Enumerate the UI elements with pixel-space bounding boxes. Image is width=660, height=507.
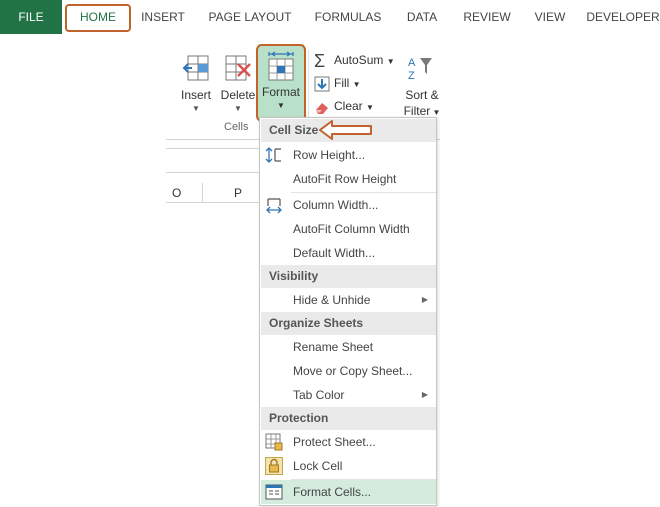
tab-formulas[interactable]: FORMULAS (308, 0, 388, 34)
protect-sheet-icon (265, 433, 283, 451)
menu-item-lock-cell[interactable]: Lock Cell (261, 454, 436, 478)
cells-group-label: Cells (224, 121, 249, 133)
tab-color-label: Tab Color (293, 388, 345, 402)
callout-arrow-icon (319, 120, 372, 140)
autofit-row-label: AutoFit Row Height (293, 172, 397, 186)
chevron-down-icon: ▼ (430, 108, 441, 117)
menu-item-default-width[interactable]: Default Width... (261, 241, 436, 265)
format-dropdown-menu: Cell Size Row Height... AutoFit Row Heig… (259, 117, 437, 506)
tab-file[interactable]: FILE (0, 0, 62, 34)
protect-sheet-label: Protect Sheet... (293, 435, 376, 449)
menu-item-hide-unhide[interactable]: Hide & Unhide ▶ (261, 288, 436, 312)
format-button-highlight (256, 44, 306, 122)
chevron-down-icon: ▼ (386, 57, 395, 66)
menu-item-column-width[interactable]: Column Width... (261, 193, 436, 217)
insert-label: Insert (180, 88, 211, 102)
sort-filter-button[interactable]: A Z Sort & Filter ▼ (402, 46, 442, 118)
tab-data[interactable]: DATA (400, 0, 444, 34)
sort-label: Sort & (405, 88, 439, 102)
formula-bar-border (166, 148, 266, 149)
menu-section-visibility: Visibility (261, 265, 436, 288)
svg-text:Z: Z (408, 70, 415, 82)
column-divider (202, 183, 203, 203)
tab-review[interactable]: REVIEW (458, 0, 516, 34)
column-width-label: Column Width... (293, 198, 379, 212)
menu-section-protection: Protection (261, 407, 436, 430)
clear-button[interactable]: Clear ▼ (314, 96, 374, 116)
default-width-label: Default Width... (293, 246, 376, 260)
menu-item-protect-sheet[interactable]: Protect Sheet... (261, 430, 436, 454)
menu-item-tab-color[interactable]: Tab Color ▶ (261, 383, 436, 407)
lock-icon (265, 457, 283, 475)
menu-item-row-height[interactable]: Row Height... (261, 143, 436, 167)
menu-item-format-cells[interactable]: Format Cells... (261, 480, 436, 504)
clear-label: Clear (334, 99, 363, 113)
chevron-down-icon: ▼ (352, 80, 361, 89)
svg-text:A: A (408, 57, 416, 69)
filter-text: Filter (403, 104, 431, 118)
filter-label: Filter ▼ (402, 104, 442, 118)
autosum-label: AutoSum (334, 53, 384, 67)
column-width-icon (266, 198, 282, 214)
chevron-right-icon: ▶ (421, 295, 428, 304)
insert-cells-icon (182, 55, 209, 81)
eraser-icon (316, 102, 328, 114)
insert-button[interactable]: Insert ▼ (176, 46, 216, 118)
chevron-down-icon: ▼ (192, 104, 200, 113)
lock-cell-label: Lock Cell (293, 459, 343, 473)
column-header-p[interactable]: P (234, 186, 242, 200)
delete-label: Delete (220, 88, 256, 102)
chevron-down-icon: ▼ (366, 103, 374, 112)
fill-label: Fill (334, 76, 350, 90)
menu-item-autofit-row-height[interactable]: AutoFit Row Height (261, 167, 436, 191)
tab-insert[interactable]: INSERT (136, 0, 190, 34)
delete-cells-icon (225, 55, 251, 81)
tab-page-layout[interactable]: PAGE LAYOUT (204, 0, 296, 34)
tab-developer[interactable]: DEVELOPER (586, 0, 660, 34)
rename-sheet-label: Rename Sheet (293, 340, 374, 354)
fill-down-icon (314, 76, 330, 92)
autofit-column-label: AutoFit Column Width (293, 222, 410, 236)
sigma-icon: Σ (314, 50, 326, 71)
column-header-row: O P (166, 183, 266, 203)
chevron-right-icon: ▶ (421, 390, 428, 399)
delete-button[interactable]: Delete ▼ (218, 46, 258, 118)
home-tab-highlight (65, 4, 131, 32)
row-height-label: Row Height... (293, 148, 366, 162)
menu-item-move-copy-sheet[interactable]: Move or Copy Sheet... (261, 359, 436, 383)
menu-section-organize-sheets: Organize Sheets (261, 312, 436, 335)
format-cells-label: Format Cells... (293, 485, 372, 499)
formula-bar-border (166, 172, 266, 173)
chevron-down-icon: ▼ (234, 104, 242, 113)
column-header-o[interactable]: O (172, 186, 181, 200)
fill-button[interactable]: Fill ▼ (314, 73, 361, 93)
sort-filter-icon: A Z (408, 57, 432, 82)
move-copy-label: Move or Copy Sheet... (293, 364, 413, 378)
autosum-button[interactable]: Σ AutoSum ▼ (314, 50, 395, 70)
menu-item-rename-sheet[interactable]: Rename Sheet (261, 335, 436, 359)
row-height-icon (265, 147, 281, 163)
hide-unhide-label: Hide & Unhide (293, 293, 371, 307)
tab-view[interactable]: VIEW (530, 0, 570, 34)
menu-item-autofit-column-width[interactable]: AutoFit Column Width (261, 217, 436, 241)
format-cells-dialog-icon (265, 484, 283, 500)
